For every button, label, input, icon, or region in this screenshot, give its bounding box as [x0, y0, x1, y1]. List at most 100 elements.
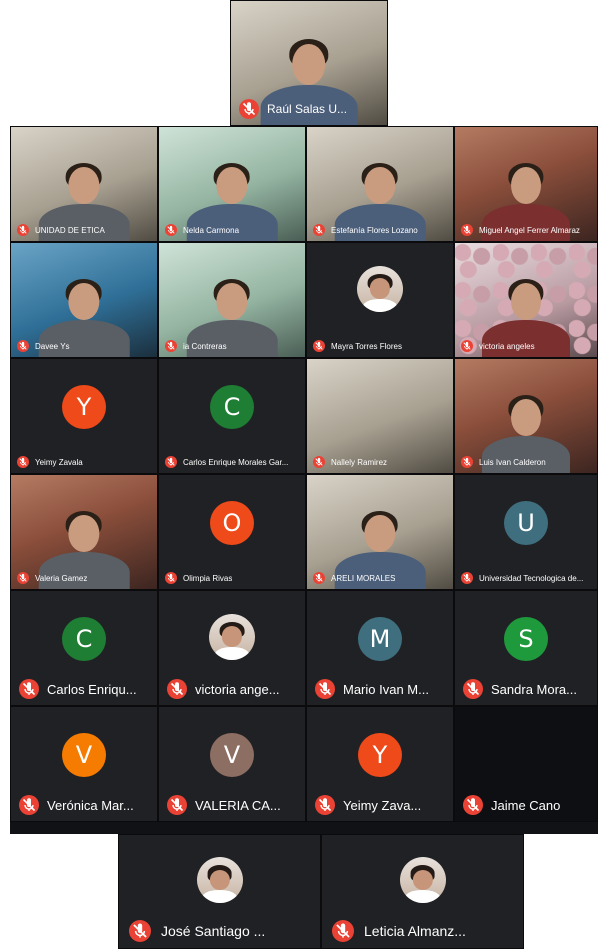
- participant-avatar-photo: [399, 857, 446, 904]
- mic-muted-icon-glyph: [19, 341, 27, 350]
- participant-name: Carlos Enriqu...: [47, 681, 137, 697]
- mic-muted-icon: [165, 340, 177, 352]
- participant-label: Yeimy Zava...: [315, 795, 449, 815]
- participant-label: Verónica Mar...: [19, 795, 153, 815]
- participant-tile-r3-c3[interactable]: Nallely Ramirez: [306, 358, 454, 474]
- participant-name: ARELI MORALES: [331, 573, 396, 583]
- participant-name: Olimpia Rivas: [183, 573, 233, 583]
- participant-tile-r2-c1[interactable]: Davee Ys: [10, 242, 158, 358]
- participant-label: Nelda Carmona: [165, 224, 301, 236]
- participant-name: Verónica Mar...: [47, 797, 134, 813]
- mic-muted-icon-glyph: [167, 341, 175, 350]
- participant-name: José Santiago ...: [161, 923, 266, 939]
- participant-label: victoria angeles: [461, 340, 593, 352]
- mic-muted-icon-glyph: [315, 457, 323, 466]
- mic-muted-icon-glyph: [19, 225, 27, 234]
- mic-muted-icon: [313, 224, 325, 236]
- participant-label: Jaime Cano: [463, 795, 593, 815]
- participant-label: Leticia Almanz...: [332, 920, 519, 942]
- participant-tile-r1-c3[interactable]: Estefanía Flores Lozano: [306, 126, 454, 242]
- participant-tile-r4-c2[interactable]: O Olimpia Rivas: [158, 474, 306, 590]
- participant-name: UNIDAD DE ETICA: [35, 225, 105, 235]
- participant-name: Mario Ivan M...: [343, 681, 429, 697]
- participant-tile-r5-c4[interactable]: S Sandra Mora...: [454, 590, 598, 706]
- mic-muted-icon: [313, 572, 325, 584]
- mic-muted-icon-glyph: [167, 457, 175, 466]
- participant-tile-r4-c3[interactable]: ARELI MORALES: [306, 474, 454, 590]
- participant-tile-r2-c4[interactable]: victoria angeles: [454, 242, 598, 358]
- mic-muted-icon-glyph: [19, 457, 27, 466]
- participant-tile-r3-c2[interactable]: C Carlos Enrique Morales Gar...: [158, 358, 306, 474]
- mic-muted-icon: [17, 224, 29, 236]
- participant-name: ia Contreras: [183, 341, 227, 351]
- participant-tile-r6-c1[interactable]: V Verónica Mar...: [10, 706, 158, 822]
- mic-muted-icon: [129, 920, 151, 942]
- participant-tile-r5-c2[interactable]: victoria ange...: [158, 590, 306, 706]
- participant-avatar: O: [210, 500, 254, 545]
- participant-name: Raúl Salas U...: [267, 102, 348, 116]
- mic-muted-icon: [165, 572, 177, 584]
- participant-tile-r1-c2[interactable]: Nelda Carmona: [158, 126, 306, 242]
- participant-name: Jaime Cano: [491, 797, 561, 813]
- participant-tile-bottom-2[interactable]: Leticia Almanz...: [321, 834, 524, 949]
- participant-name: Universidad Tecnologica de...: [479, 573, 584, 583]
- participant-label: Universidad Tecnologica de...: [461, 572, 593, 584]
- participant-avatar: U: [504, 500, 548, 545]
- mic-muted-icon-glyph: [315, 573, 323, 582]
- participant-avatar: S: [504, 616, 548, 661]
- mic-muted-icon: [167, 679, 187, 699]
- participant-tile-r6-c3[interactable]: Y Yeimy Zava...: [306, 706, 454, 822]
- participant-label: Luis Ivan Calderon: [461, 456, 593, 468]
- participant-label: Mayra Torres Flores: [313, 340, 449, 352]
- participant-avatar: V: [62, 732, 106, 777]
- mic-muted-icon-glyph: [318, 798, 332, 812]
- participant-tile-r2-c2[interactable]: ia Contreras: [158, 242, 306, 358]
- participant-avatar: V: [210, 732, 254, 777]
- participant-tile-r6-c2[interactable]: V VALERIA CA...: [158, 706, 306, 822]
- mic-muted-icon-glyph: [19, 573, 27, 582]
- participant-tile-r3-c4[interactable]: Luis Ivan Calderon: [454, 358, 598, 474]
- participant-label: Raúl Salas U...: [239, 99, 383, 119]
- participant-avatar: C: [210, 384, 254, 429]
- participant-avatar: C: [62, 616, 106, 661]
- participant-tile-top[interactable]: Raúl Salas U...: [230, 0, 388, 126]
- participant-name: victoria angeles: [479, 341, 535, 351]
- participant-tile-r5-c3[interactable]: M Mario Ivan M...: [306, 590, 454, 706]
- mic-muted-icon: [165, 224, 177, 236]
- mic-muted-icon: [463, 679, 483, 699]
- mic-muted-icon-glyph: [170, 682, 184, 696]
- mic-muted-icon-glyph: [315, 341, 323, 350]
- participant-avatar: Y: [358, 732, 402, 777]
- mic-muted-icon: [461, 340, 473, 352]
- participant-name: Sandra Mora...: [491, 681, 577, 697]
- participant-name: Nallely Ramirez: [331, 457, 388, 467]
- participant-name: Estefanía Flores Lozano: [331, 225, 418, 235]
- participant-name: Mayra Torres Flores: [331, 341, 402, 351]
- participant-tile-r4-c1[interactable]: Valeria Gamez: [10, 474, 158, 590]
- mic-muted-icon: [332, 920, 354, 942]
- mic-muted-icon: [239, 99, 259, 119]
- participant-tile-r5-c1[interactable]: C Carlos Enriqu...: [10, 590, 158, 706]
- participant-name: VALERIA CA...: [195, 797, 281, 813]
- participant-label: Miguel Angel Ferrer Almaraz: [461, 224, 593, 236]
- participant-tile-r2-c3[interactable]: Mayra Torres Flores: [306, 242, 454, 358]
- mic-muted-icon-glyph: [22, 798, 36, 812]
- participant-tile-r1-c4[interactable]: Miguel Angel Ferrer Almaraz: [454, 126, 598, 242]
- mic-muted-icon: [167, 795, 187, 815]
- participant-name: Yeimy Zava...: [343, 797, 422, 813]
- participant-name: Leticia Almanz...: [364, 923, 466, 939]
- participant-tile-r4-c4[interactable]: U Universidad Tecnologica de...: [454, 474, 598, 590]
- mic-muted-icon: [461, 224, 473, 236]
- participant-tile-bottom-1[interactable]: José Santiago ...: [118, 834, 321, 949]
- mic-muted-icon: [315, 795, 335, 815]
- mic-muted-icon-glyph: [466, 798, 480, 812]
- participant-tile-r6-c4[interactable]: Jaime Cano: [454, 706, 598, 822]
- participant-avatar: Y: [62, 384, 106, 429]
- mic-muted-icon-glyph: [336, 923, 350, 938]
- participant-tile-r3-c1[interactable]: Y Yeimy Zavala: [10, 358, 158, 474]
- participant-label: ARELI MORALES: [313, 572, 449, 584]
- participant-label: José Santiago ...: [129, 920, 316, 942]
- participant-label: Nallely Ramirez: [313, 456, 449, 468]
- participant-tile-r1-c1[interactable]: UNIDAD DE ETICA: [10, 126, 158, 242]
- participant-name: Yeimy Zavala: [35, 457, 83, 467]
